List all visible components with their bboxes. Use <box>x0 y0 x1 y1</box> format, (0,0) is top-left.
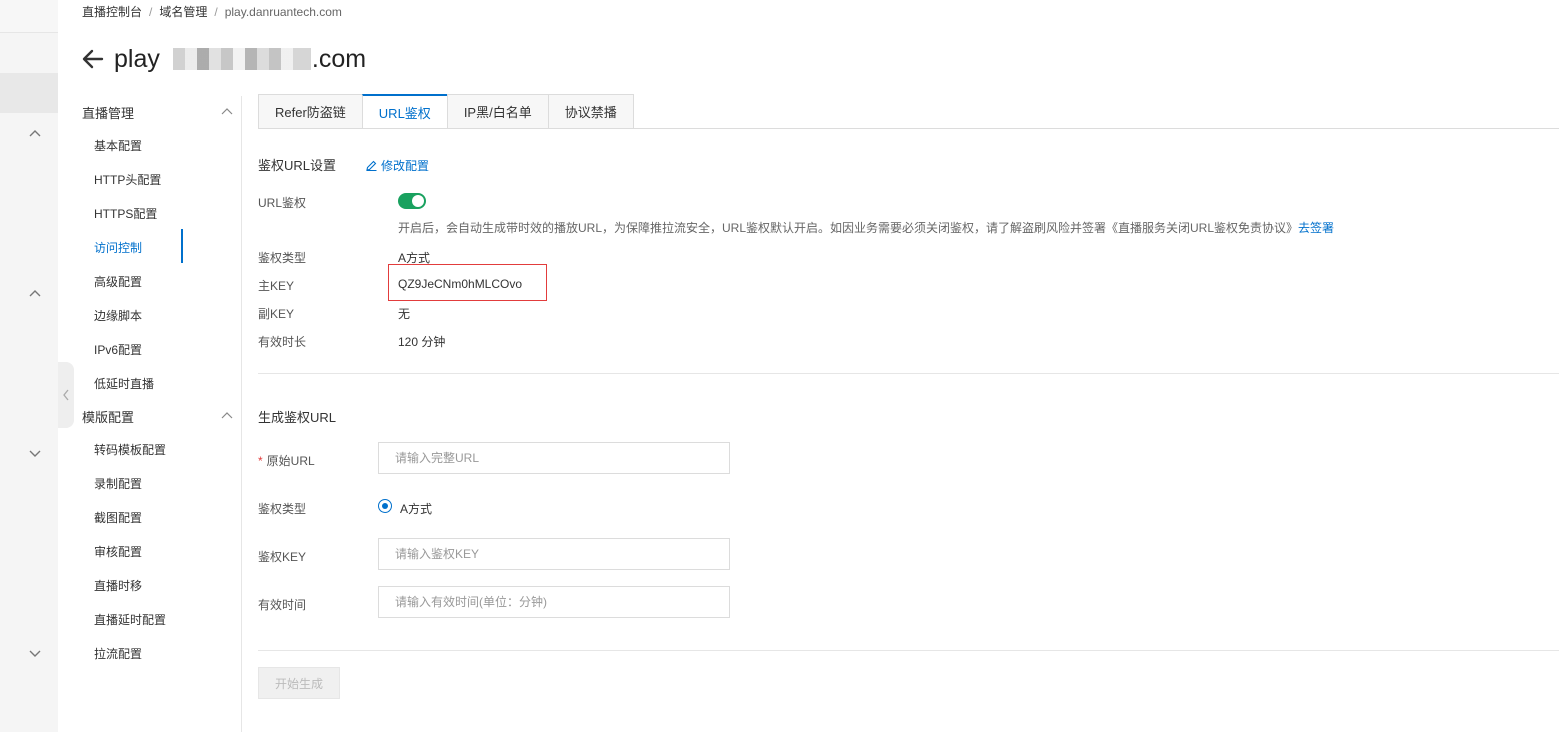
menu-item-review[interactable]: 审核配置 <box>94 543 142 560</box>
valid-time-label: 有效时间 <box>258 598 307 612</box>
sign-agreement-link[interactable]: 去签署 <box>1298 221 1334 235</box>
auth-type-label: 鉴权类型 <box>258 251 307 265</box>
tab-ip-list[interactable]: IP黑/白名单 <box>446 94 549 129</box>
auth-type-radio-a[interactable] <box>378 499 392 513</box>
menu-item-access-control[interactable]: 访问控制 <box>94 239 142 256</box>
page-title: play .com <box>114 45 366 74</box>
rail-header <box>0 0 58 33</box>
menu-item-basic[interactable]: 基本配置 <box>94 137 142 154</box>
tab-refer[interactable]: Refer防盗链 <box>258 94 363 129</box>
duration-label: 有效时长 <box>258 335 307 349</box>
sub-key-value: 无 <box>398 307 411 321</box>
arrow-left-icon[interactable] <box>80 46 106 72</box>
rail-active-item[interactable] <box>0 73 58 113</box>
form-divider <box>258 650 1559 651</box>
chevron-up-icon[interactable] <box>28 287 42 301</box>
menu-item-low-latency[interactable]: 低延时直播 <box>94 375 154 392</box>
menu-item-https[interactable]: HTTPS配置 <box>94 205 157 222</box>
edit-config-link[interactable]: 修改配置 <box>366 157 429 174</box>
valid-time-input[interactable] <box>378 586 730 618</box>
tab-divider <box>258 128 1559 129</box>
menu-item-advanced[interactable]: 高级配置 <box>94 273 142 290</box>
chevron-up-icon <box>220 105 234 119</box>
menu-group-live[interactable]: 直播管理 <box>82 102 234 122</box>
sidebar-collapse-handle[interactable] <box>58 362 74 428</box>
main-key-label: 主KEY <box>258 279 295 293</box>
origin-url-label-text: 原始URL <box>266 454 315 468</box>
breadcrumb-separator: / <box>214 5 218 19</box>
menu-active-indicator <box>181 229 183 263</box>
breadcrumb-separator: / <box>149 5 153 19</box>
menu-item-record[interactable]: 录制配置 <box>94 475 142 492</box>
left-rail <box>0 0 58 732</box>
menu-item-timeshift[interactable]: 直播时移 <box>94 577 142 594</box>
page-header: play .com <box>80 42 366 76</box>
menu-group-label: 模版配置 <box>82 409 135 425</box>
page-title-suffix: .com <box>311 44 367 73</box>
auth-key-label: 鉴权KEY <box>258 550 307 564</box>
auth-type-radio-label[interactable]: A方式 <box>400 500 432 517</box>
breadcrumb: 直播控制台 / 域名管理 / play.danruantech.com <box>82 3 342 20</box>
origin-url-label: * 原始URL <box>258 452 315 469</box>
breadcrumb-current: play.danruantech.com <box>224 5 342 19</box>
auth-settings-title: 鉴权URL设置 <box>258 158 337 173</box>
auth-key-input[interactable] <box>378 538 730 570</box>
breadcrumb-item-console[interactable]: 直播控制台 <box>82 5 142 19</box>
menu-item-edge-script[interactable]: 边缘脚本 <box>94 307 142 324</box>
edit-config-label: 修改配置 <box>381 159 430 173</box>
url-auth-label: URL鉴权 <box>258 196 307 210</box>
sub-key-label: 副KEY <box>258 307 295 321</box>
menu-item-transcode[interactable]: 转码模板配置 <box>94 441 166 458</box>
duration-value: 120 分钟 <box>398 335 446 349</box>
url-auth-switch[interactable] <box>398 193 426 209</box>
generate-button[interactable]: 开始生成 <box>258 667 340 699</box>
redacted-mosaic <box>160 48 311 70</box>
section-divider <box>258 373 1559 374</box>
page-title-prefix: play <box>114 44 160 73</box>
domain-menu: 直播管理 基本配置 HTTP头配置 HTTPS配置 访问控制 高级配置 边缘脚本… <box>58 96 242 732</box>
breadcrumb-item-domain[interactable]: 域名管理 <box>159 5 207 19</box>
menu-group-template[interactable]: 模版配置 <box>82 406 234 426</box>
tab-bar: Refer防盗链 URL鉴权 IP黑/白名单 协议禁播 <box>258 94 634 129</box>
menu-item-delay[interactable]: 直播延时配置 <box>94 611 166 628</box>
url-auth-description: 开启后，会自动生成带时效的播放URL，为保障推拉流安全，URL鉴权默认开启。如因… <box>398 219 1334 236</box>
chevron-down-icon[interactable] <box>28 646 42 660</box>
menu-item-http-header[interactable]: HTTP头配置 <box>94 171 161 188</box>
chevron-down-icon[interactable] <box>28 446 42 460</box>
chevron-up-icon[interactable] <box>28 127 42 141</box>
menu-item-ipv6[interactable]: IPv6配置 <box>94 341 142 358</box>
chevron-left-icon <box>63 389 69 401</box>
chevron-up-icon <box>220 409 234 423</box>
highlight-box <box>388 264 547 301</box>
menu-item-snapshot[interactable]: 截图配置 <box>94 509 142 526</box>
required-mark: * <box>258 454 263 468</box>
generate-title: 生成鉴权URL <box>258 410 337 425</box>
gen-auth-type-label: 鉴权类型 <box>258 502 307 516</box>
edit-icon <box>366 160 377 171</box>
menu-item-pull[interactable]: 拉流配置 <box>94 645 142 662</box>
description-text: 开启后，会自动生成带时效的播放URL，为保障推拉流安全，URL鉴权默认开启。如因… <box>398 221 1299 235</box>
tab-protocol-ban[interactable]: 协议禁播 <box>547 94 634 129</box>
tab-url-auth[interactable]: URL鉴权 <box>361 94 448 129</box>
origin-url-input[interactable] <box>378 442 730 474</box>
menu-group-label: 直播管理 <box>82 105 135 121</box>
